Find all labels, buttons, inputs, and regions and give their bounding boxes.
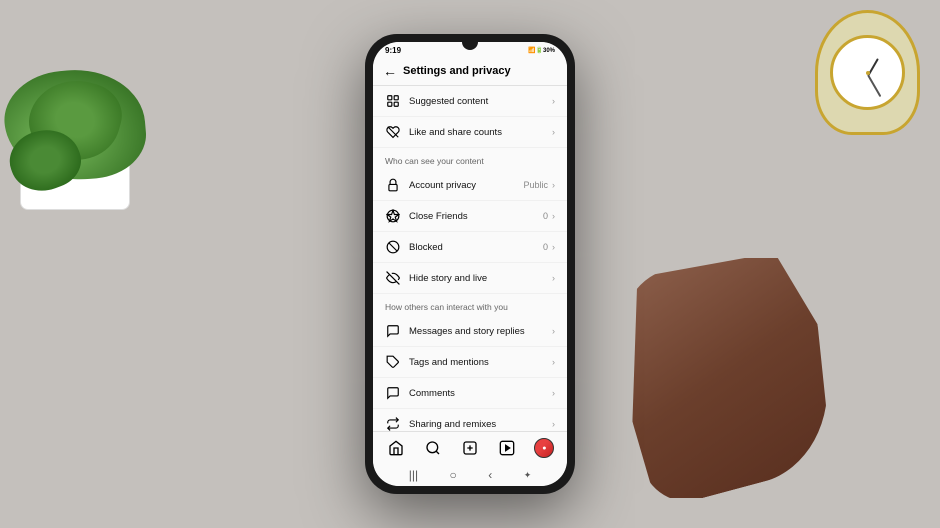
menu-item-close-friends[interactable]: Close Friends 0 ›: [373, 201, 567, 232]
clock-decoration: [815, 10, 925, 140]
hide-story-chevron: ›: [552, 273, 555, 283]
suggested-content-icon: [385, 93, 401, 109]
hide-story-label: Hide story and live: [409, 273, 552, 284]
comments-icon: [385, 385, 401, 401]
android-back[interactable]: ‹: [488, 468, 492, 482]
messages-icon: [385, 323, 401, 339]
hand-decoration: [625, 258, 845, 498]
like-share-label: Like and share counts: [409, 127, 552, 138]
menu-item-blocked[interactable]: Blocked 0 ›: [373, 232, 567, 263]
phone: 9:19 📶🔋30% ← Settings and privacy Sugges…: [365, 34, 575, 494]
profile-avatar: ●: [534, 438, 554, 458]
nav-add[interactable]: [456, 437, 484, 459]
bottom-nav: ●: [373, 431, 567, 464]
like-share-icon: [385, 124, 401, 140]
settings-content: Suggested content › Like and share count…: [373, 86, 567, 431]
tags-label: Tags and mentions: [409, 357, 552, 368]
page-title: Settings and privacy: [403, 65, 511, 77]
nav-home[interactable]: [382, 437, 410, 459]
like-share-chevron: ›: [552, 127, 555, 137]
tags-chevron: ›: [552, 357, 555, 367]
menu-item-tags[interactable]: Tags and mentions ›: [373, 347, 567, 378]
comments-chevron: ›: [552, 388, 555, 398]
close-friends-value: 0: [543, 211, 548, 221]
section-header-interact: How others can interact with you: [373, 294, 567, 316]
android-recents[interactable]: |||: [409, 468, 418, 482]
sharing-chevron: ›: [552, 419, 555, 429]
menu-item-suggested-content[interactable]: Suggested content ›: [373, 86, 567, 117]
nav-search[interactable]: [419, 437, 447, 459]
account-privacy-label: Account privacy: [409, 180, 523, 191]
blocked-chevron: ›: [552, 242, 555, 252]
menu-item-sharing[interactable]: Sharing and remixes ›: [373, 409, 567, 431]
android-nav: ||| ○ ‹ ✦: [373, 464, 567, 486]
tags-icon: [385, 354, 401, 370]
android-assistant[interactable]: ✦: [524, 470, 532, 481]
menu-item-hide-story[interactable]: Hide story and live ›: [373, 263, 567, 294]
nav-profile[interactable]: ●: [530, 437, 558, 459]
hide-story-icon: [385, 270, 401, 286]
close-friends-label: Close Friends: [409, 211, 543, 222]
suggested-content-chevron: ›: [552, 96, 555, 106]
sharing-icon: [385, 416, 401, 431]
account-privacy-chevron: ›: [552, 180, 555, 190]
messages-chevron: ›: [552, 326, 555, 336]
sharing-label: Sharing and remixes: [409, 419, 552, 430]
blocked-value: 0: [543, 242, 548, 252]
status-icons: 📶🔋30%: [528, 47, 555, 54]
menu-item-account-privacy[interactable]: Account privacy Public ›: [373, 170, 567, 201]
menu-item-comments[interactable]: Comments ›: [373, 378, 567, 409]
nav-reels[interactable]: [493, 437, 521, 459]
plant-decoration: [0, 0, 220, 220]
section-header-who-can: Who can see your content: [373, 148, 567, 170]
suggested-content-label: Suggested content: [409, 96, 552, 107]
back-button[interactable]: ←: [383, 63, 397, 79]
blocked-icon: [385, 239, 401, 255]
account-privacy-value: Public: [523, 180, 548, 190]
close-friends-chevron: ›: [552, 211, 555, 221]
menu-item-like-share[interactable]: Like and share counts ›: [373, 117, 567, 148]
blocked-label: Blocked: [409, 242, 543, 253]
messages-label: Messages and story replies: [409, 326, 552, 337]
account-privacy-icon: [385, 177, 401, 193]
app-header: ← Settings and privacy: [373, 57, 567, 86]
close-friends-icon: [385, 208, 401, 224]
status-time: 9:19: [385, 46, 401, 55]
android-home[interactable]: ○: [450, 468, 457, 482]
comments-label: Comments: [409, 388, 552, 399]
menu-item-messages[interactable]: Messages and story replies ›: [373, 316, 567, 347]
